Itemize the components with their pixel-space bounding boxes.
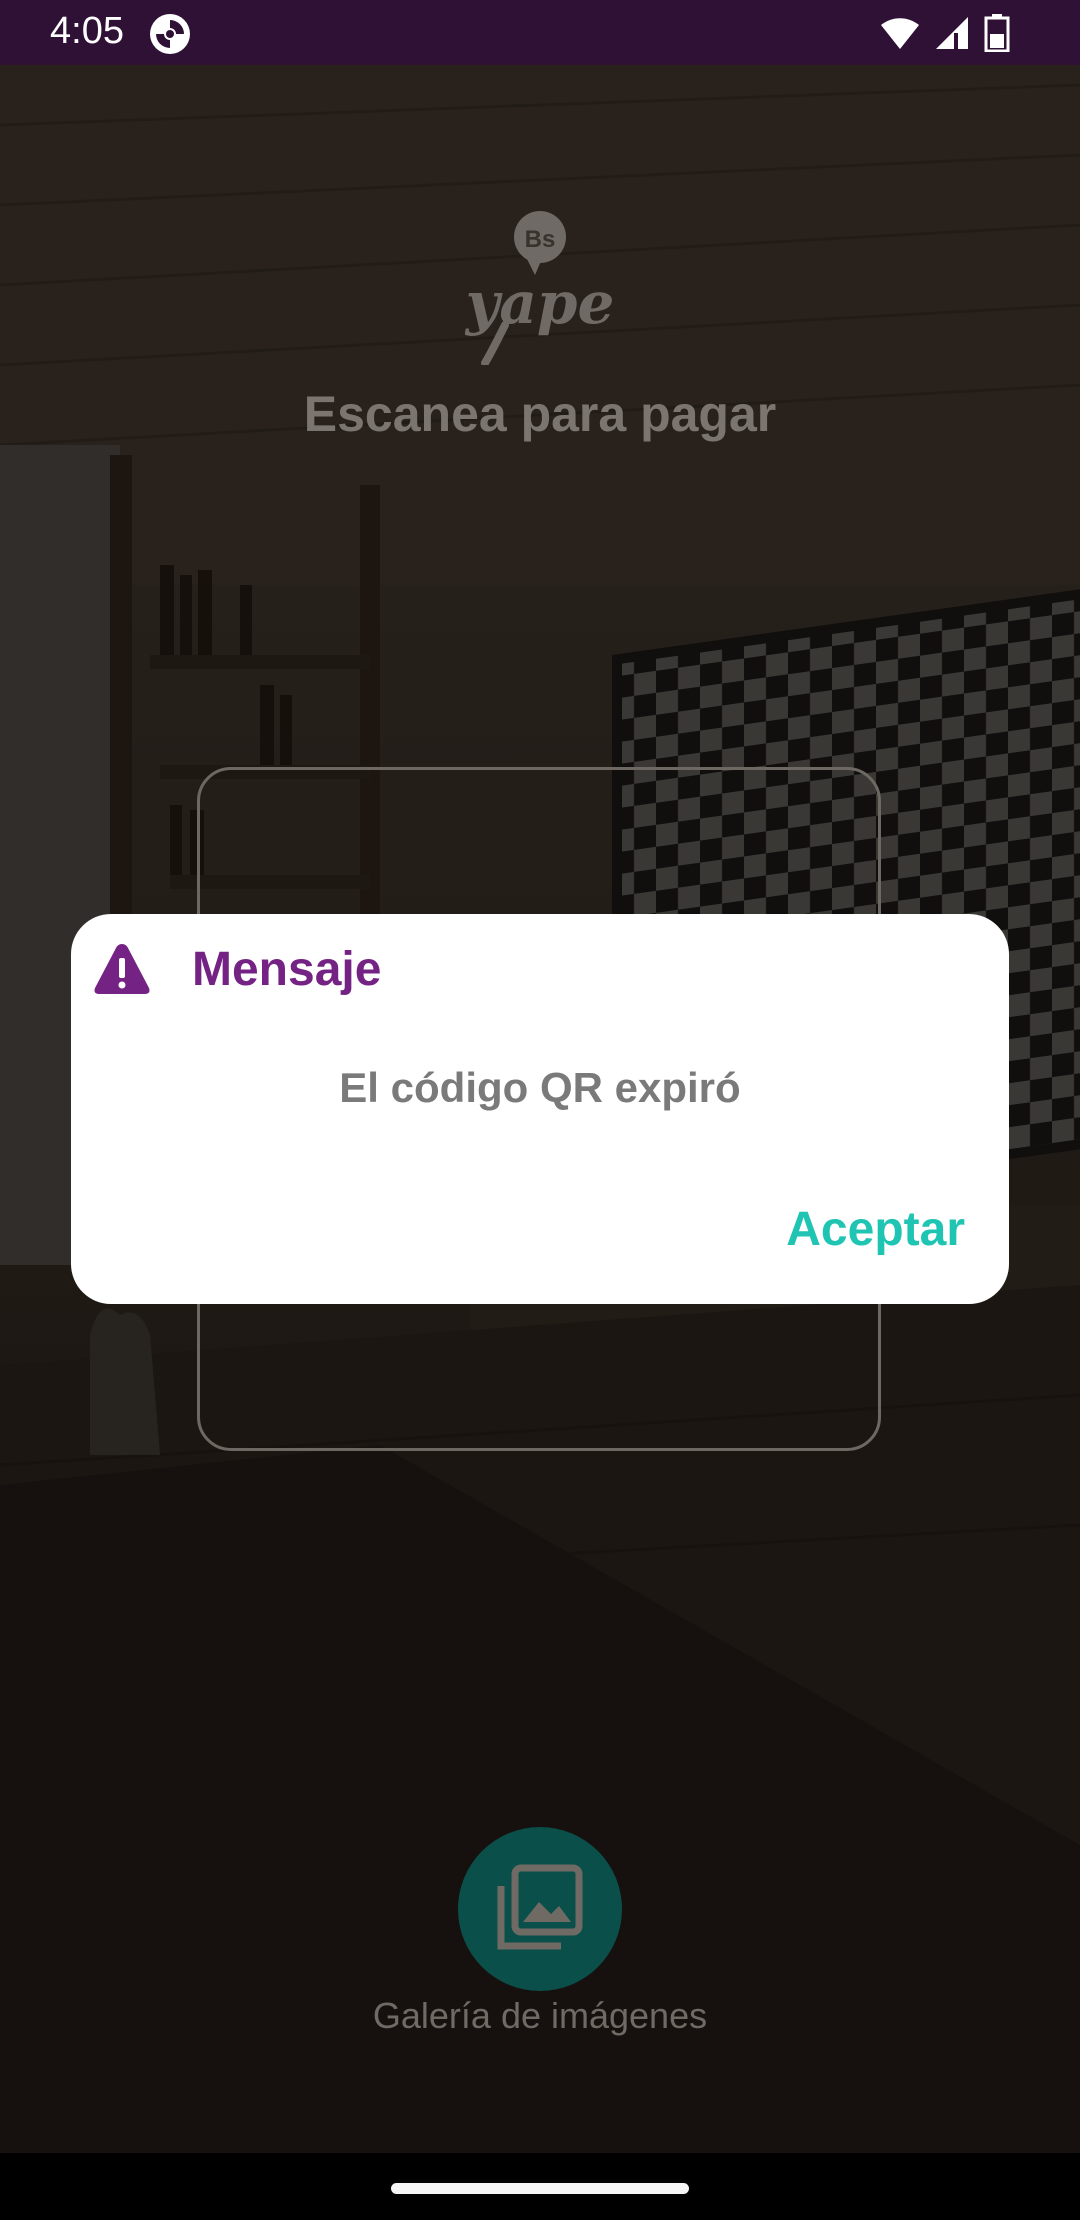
- status-icons: [880, 14, 1010, 52]
- home-gesture-handle[interactable]: [391, 2183, 689, 2194]
- status-time: 4:05: [50, 10, 124, 52]
- warning-icon: [93, 941, 151, 1002]
- logo-badge-text: Bs: [525, 226, 556, 253]
- logo-text: yape: [465, 269, 614, 337]
- page-title: Escanea para pagar: [303, 386, 777, 442]
- navigation-bar: [0, 2153, 1080, 2220]
- brand-logo: Bs yape: [0, 205, 1080, 370]
- wifi-icon: [880, 16, 920, 50]
- battery-icon: [984, 14, 1010, 52]
- dialog-title: Mensaje: [192, 943, 382, 996]
- accept-button[interactable]: Aceptar: [786, 1202, 965, 1257]
- app-notification-icon: [148, 12, 192, 56]
- image-gallery-icon: [497, 1864, 583, 1955]
- message-dialog: Mensaje El código QR expiró Aceptar: [71, 914, 1009, 1304]
- gallery-button[interactable]: [458, 1827, 622, 1991]
- status-bar: 4:05: [0, 0, 1080, 65]
- cellular-signal-icon: [934, 15, 970, 51]
- dialog-message: El código QR expiró: [339, 1064, 741, 1111]
- gallery-label: Galería de imágenes: [372, 1995, 708, 2036]
